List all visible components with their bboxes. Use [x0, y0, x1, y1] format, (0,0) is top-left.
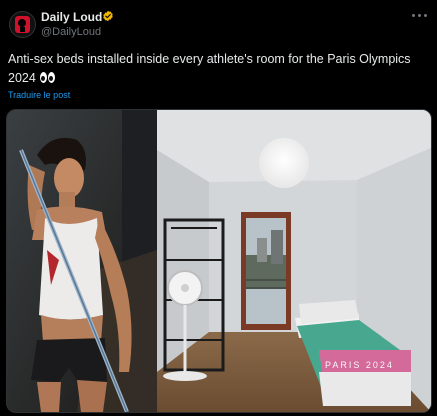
tweet-text: Anti-sex beds installed inside every ath… — [8, 50, 433, 88]
tweet-text-content: Anti-sex beds installed inside every ath… — [8, 52, 411, 85]
author-name[interactable]: Daily Loud — [41, 10, 102, 24]
daily-loud-logo-icon — [15, 16, 30, 33]
tweet-image[interactable]: PARIS 2024 — [6, 109, 432, 413]
eyes-emoji-icon — [40, 72, 56, 83]
tweet-image-content: PARIS 2024 — [7, 110, 431, 412]
author-handle[interactable]: @DailyLoud — [41, 26, 101, 38]
bed-print-text: PARIS 2024 — [325, 360, 394, 370]
more-options-icon[interactable] — [410, 8, 430, 22]
translate-post-link[interactable]: Traduire le post — [8, 90, 70, 100]
tweet[interactable]: Daily Loud @DailyLoud Anti-sex beds inst… — [0, 0, 437, 416]
avatar[interactable] — [9, 11, 36, 38]
verified-badge-icon — [103, 10, 113, 22]
